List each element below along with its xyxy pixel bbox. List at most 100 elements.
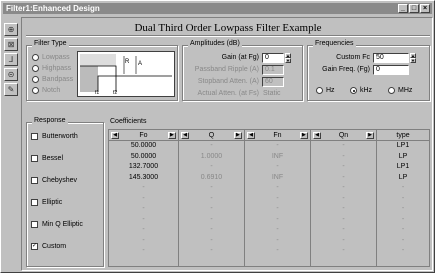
table-cell[interactable]: -	[245, 236, 310, 247]
radio-circle	[32, 65, 39, 72]
table-cell[interactable]: 0.6910	[179, 173, 244, 184]
table-cell[interactable]: -	[179, 194, 244, 205]
sort-right-icon[interactable]: ▶	[299, 131, 308, 139]
table-cell[interactable]: -	[377, 204, 429, 215]
sort-right-icon[interactable]: ▶	[167, 131, 176, 139]
sort-right-icon[interactable]: ▶	[366, 131, 374, 139]
table-cell[interactable]: -	[377, 183, 429, 194]
sort-right-icon[interactable]: ▶	[233, 131, 242, 139]
group-icon[interactable]: ⊝	[4, 68, 18, 81]
table-cell[interactable]: -	[109, 204, 178, 215]
page-title: Dual Third Order Lowpass Filter Example	[134, 22, 322, 34]
table-cell[interactable]: -	[377, 194, 429, 205]
table-cell[interactable]: -	[109, 236, 178, 247]
checkbox	[31, 177, 38, 184]
gain-freq-input[interactable]: 0	[373, 65, 409, 75]
passband-input[interactable]: 0.1	[262, 65, 284, 75]
table-cell[interactable]: -	[109, 194, 178, 205]
radio-mhz[interactable]: MHz	[388, 87, 412, 94]
table-cell[interactable]: -	[311, 183, 376, 194]
response-chebyshev[interactable]: Chebyshev	[31, 177, 77, 184]
gain-spinner[interactable]: ▲ ▼	[285, 53, 291, 63]
table-cell[interactable]: -	[311, 162, 376, 173]
table-cell[interactable]: LP	[377, 152, 429, 163]
table-cell[interactable]: -	[245, 162, 310, 173]
table-cell[interactable]: LP1	[377, 141, 429, 152]
response-custom[interactable]: ✓ Custom	[31, 243, 66, 250]
custom-fc-input[interactable]: 50	[373, 53, 409, 63]
response-bessel[interactable]: Bessel	[31, 155, 63, 162]
sort-left-icon[interactable]: ◀	[313, 131, 321, 139]
filter-type-label: Filter Type	[32, 40, 69, 47]
stopband-input[interactable]: 60	[262, 77, 284, 87]
minimize-button[interactable]: _	[398, 4, 408, 13]
chart-icon[interactable]: ⊠	[4, 38, 18, 51]
table-cell[interactable]: -	[179, 162, 244, 173]
table-cell[interactable]: 145.3000	[109, 173, 178, 184]
table-cell[interactable]: 50.0000	[109, 141, 178, 152]
radio-highpass[interactable]: Highpass	[32, 65, 71, 72]
table-cell[interactable]: -	[377, 215, 429, 226]
table-cell[interactable]: -	[311, 141, 376, 152]
table-cell[interactable]: -	[377, 225, 429, 236]
table-cell[interactable]: 1.0000	[179, 152, 244, 163]
custom-fc-spinner[interactable]: ▲ ▼	[410, 53, 416, 63]
table-cell[interactable]: -	[245, 183, 310, 194]
table-cell[interactable]: -	[179, 204, 244, 215]
column-q: ◀ Q ▶ -1.0000-0.6910- - - - - - -	[179, 130, 245, 266]
table-cell[interactable]: -	[245, 246, 310, 257]
table-cell[interactable]: -	[377, 236, 429, 247]
table-cell[interactable]: -	[311, 246, 376, 257]
table-cell[interactable]: -	[311, 194, 376, 205]
radio-hz[interactable]: Hz	[316, 87, 335, 94]
column-cells: -----------	[311, 141, 376, 257]
table-cell[interactable]: -	[245, 215, 310, 226]
table-cell[interactable]: -	[109, 183, 178, 194]
table-cell[interactable]: -	[179, 246, 244, 257]
sort-left-icon[interactable]: ◀	[181, 131, 189, 139]
table-cell[interactable]: LP1	[377, 162, 429, 173]
table-cell[interactable]: -	[179, 225, 244, 236]
radio-notch[interactable]: Notch	[32, 87, 60, 94]
table-cell[interactable]: -	[311, 152, 376, 163]
step-icon[interactable]: ⅃	[4, 53, 18, 66]
table-cell[interactable]: -	[311, 215, 376, 226]
sort-left-icon[interactable]: ◀	[247, 131, 255, 139]
table-cell[interactable]: -	[311, 236, 376, 247]
response-elliptic[interactable]: Elliptic	[31, 199, 62, 206]
table-cell[interactable]: -	[245, 194, 310, 205]
gain-input[interactable]: 0	[262, 53, 284, 63]
table-cell[interactable]: INF	[245, 173, 310, 184]
table-cell[interactable]: -	[109, 246, 178, 257]
amplitudes-group: Amplitudes (dB) Gain (at Fg) 0 ▲ ▼ Passba…	[182, 40, 303, 101]
radio-lowpass[interactable]: Lowpass	[32, 54, 70, 61]
table-cell[interactable]: -	[245, 141, 310, 152]
table-cell[interactable]: -	[109, 215, 178, 226]
response-butterworth[interactable]: Butterworth	[31, 133, 78, 140]
filter-graph: R A f1 f2	[77, 51, 175, 97]
response-min-q-elliptic[interactable]: Min Q Elliptic	[31, 221, 83, 228]
table-cell[interactable]: -	[109, 225, 178, 236]
table-cell[interactable]: 50.0000	[109, 152, 178, 163]
table-cell[interactable]: -	[311, 204, 376, 215]
table-cell[interactable]: -	[377, 246, 429, 257]
table-cell[interactable]: LP	[377, 173, 429, 184]
table-cell[interactable]: -	[245, 225, 310, 236]
table-cell[interactable]: INF	[245, 152, 310, 163]
table-cell[interactable]: -	[179, 141, 244, 152]
radio-khz[interactable]: kHz	[350, 87, 372, 94]
close-button[interactable]: ×	[420, 4, 430, 13]
filter-icon[interactable]: ⊕	[4, 23, 18, 36]
sort-left-icon[interactable]: ◀	[111, 131, 119, 139]
edit-icon[interactable]: ✎	[4, 83, 18, 96]
radio-bandpass[interactable]: Bandpass	[32, 76, 73, 83]
table-cell[interactable]: -	[245, 204, 310, 215]
table-cell[interactable]: 132.7000	[109, 162, 178, 173]
graph-label-a: A	[138, 61, 143, 67]
table-cell[interactable]: -	[179, 183, 244, 194]
table-cell[interactable]: -	[179, 215, 244, 226]
table-cell[interactable]: -	[311, 225, 376, 236]
table-cell[interactable]: -	[311, 173, 376, 184]
maximize-button[interactable]: □	[409, 4, 419, 13]
table-cell[interactable]: -	[179, 236, 244, 247]
